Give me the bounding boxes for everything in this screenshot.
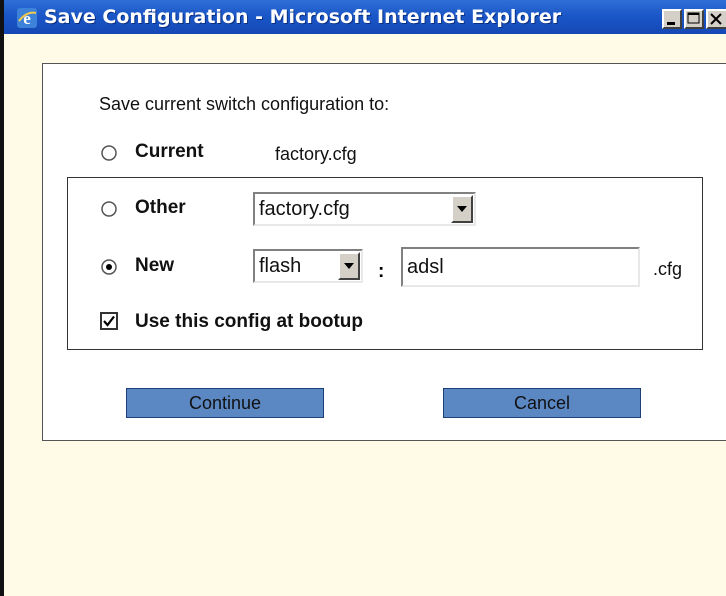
radio-current[interactable] xyxy=(100,144,118,162)
window-title: Save Configuration - Microsoft Internet … xyxy=(44,6,562,28)
bootup-checkbox[interactable] xyxy=(100,312,118,330)
filename-input[interactable] xyxy=(401,247,640,287)
save-config-panel: Save current switch configuration to: Cu… xyxy=(42,63,726,441)
option-label-new: New xyxy=(135,255,175,276)
minimize-icon xyxy=(667,22,675,25)
option-label-other: Other xyxy=(135,197,186,218)
browser-window: e Save Configuration - Microsoft Interne… xyxy=(0,0,726,596)
option-label-current: Current xyxy=(135,141,204,162)
minimize-button[interactable] xyxy=(662,9,682,29)
chevron-down-icon xyxy=(457,206,467,212)
radio-other[interactable] xyxy=(100,200,118,218)
checkmark-icon xyxy=(103,315,115,327)
radio-new[interactable] xyxy=(100,258,118,276)
current-file-value: factory.cfg xyxy=(275,144,357,164)
file-extension: .cfg xyxy=(653,259,683,279)
other-file-select[interactable]: factory.cfg xyxy=(253,192,476,226)
ie-icon: e xyxy=(17,8,37,28)
other-file-select-value: factory.cfg xyxy=(259,198,350,220)
close-icon xyxy=(710,13,722,25)
title-bar[interactable]: e Save Configuration - Microsoft Interne… xyxy=(4,0,726,34)
cancel-button[interactable]: Cancel xyxy=(443,388,641,418)
bootup-checkbox-label: Use this config at bootup xyxy=(135,311,363,332)
maximize-icon xyxy=(687,12,700,24)
location-select-value: flash xyxy=(259,255,302,277)
prompt-text: Save current switch configuration to: xyxy=(99,94,390,114)
chevron-down-icon xyxy=(344,263,354,269)
location-select[interactable]: flash xyxy=(253,249,363,283)
close-button[interactable] xyxy=(706,9,726,29)
maximize-button[interactable] xyxy=(684,9,704,29)
dropdown-button[interactable] xyxy=(338,252,360,280)
svg-text:e: e xyxy=(23,9,31,28)
continue-button[interactable]: Continue xyxy=(126,388,324,418)
dropdown-button[interactable] xyxy=(451,195,473,223)
path-separator: : xyxy=(378,261,385,282)
